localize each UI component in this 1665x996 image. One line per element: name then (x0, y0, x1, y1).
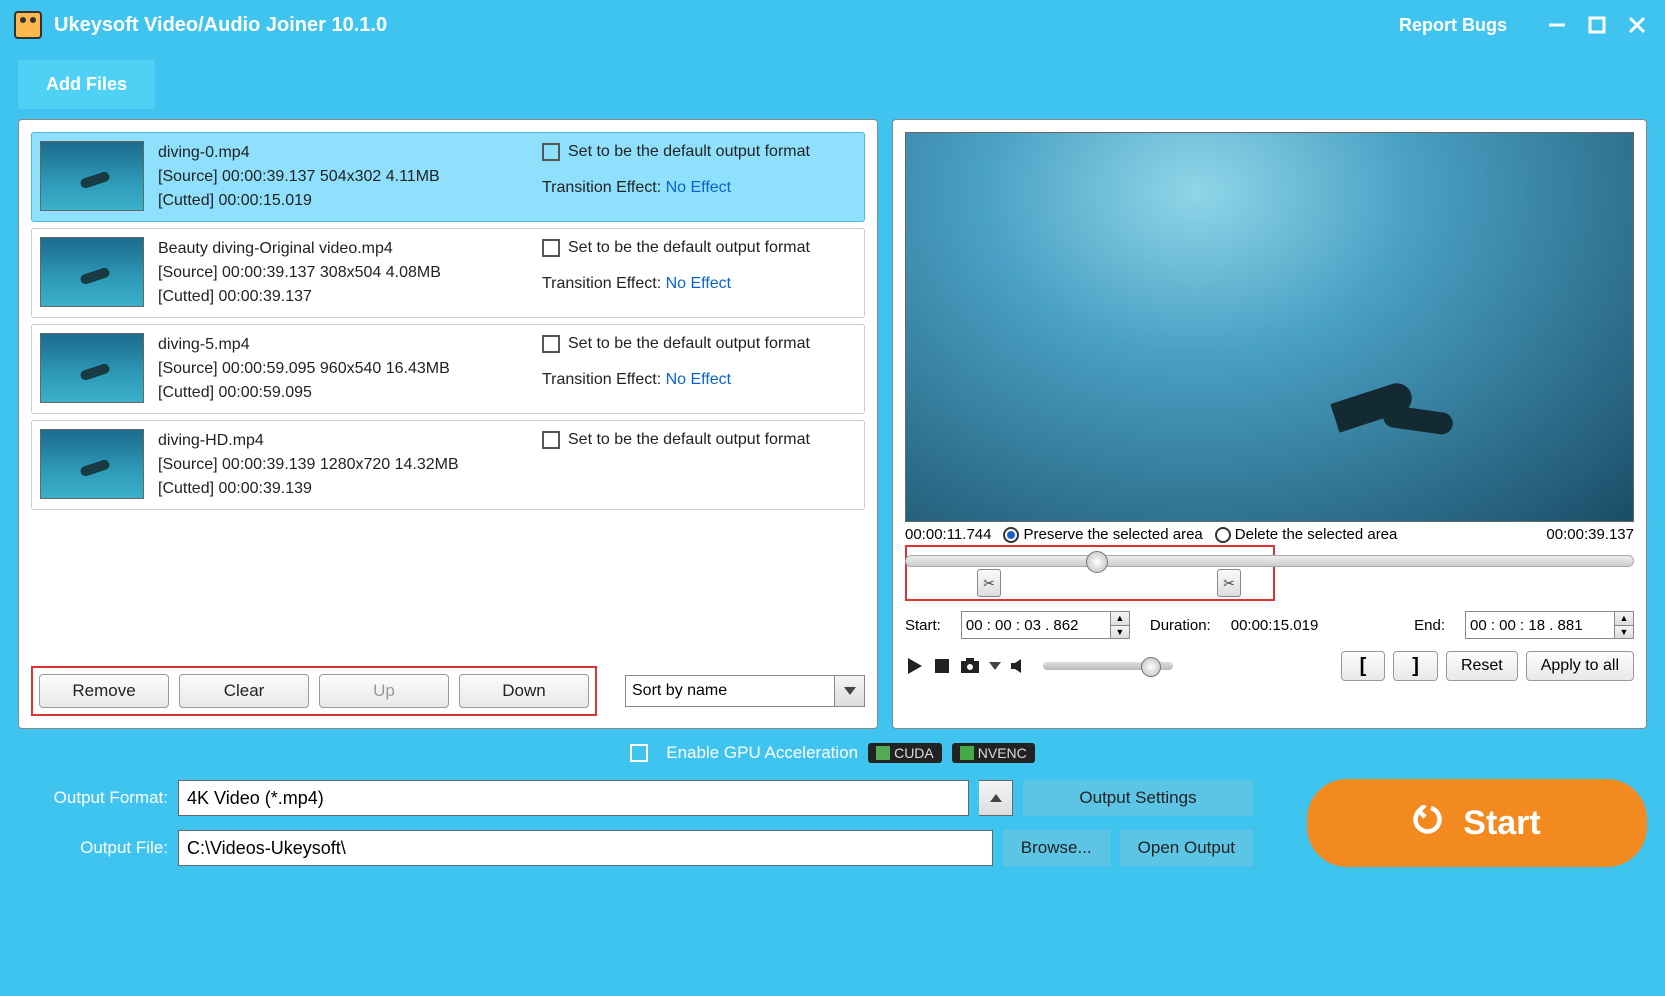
file-row[interactable]: Beauty diving-Original video.mp4 [Source… (31, 228, 865, 318)
file-row[interactable]: diving-HD.mp4 [Source] 00:00:39.139 1280… (31, 420, 865, 510)
transition-effect-link[interactable]: No Effect (666, 275, 732, 292)
playhead[interactable] (1086, 551, 1108, 573)
minimize-button[interactable] (1543, 11, 1571, 39)
default-format-checkbox[interactable] (542, 431, 560, 449)
transition-effect-link[interactable]: No Effect (666, 371, 732, 388)
start-button[interactable]: Start (1307, 779, 1647, 867)
file-source: [Source] 00:00:39.137 504x302 4.11MB (158, 165, 528, 189)
file-thumbnail (40, 141, 144, 211)
snapshot-icon[interactable] (959, 657, 981, 675)
end-marker[interactable]: ✂ (1217, 569, 1241, 597)
format-dropdown-icon[interactable] (979, 780, 1013, 816)
video-preview[interactable] (905, 132, 1634, 522)
file-name: diving-5.mp4 (158, 333, 528, 357)
file-source: [Source] 00:00:39.137 308x504 4.08MB (158, 261, 528, 285)
add-files-button[interactable]: Add Files (18, 60, 155, 109)
app-title: Ukeysoft Video/Audio Joiner 10.1.0 (54, 14, 387, 37)
output-file-input[interactable] (178, 830, 993, 866)
remove-button[interactable]: Remove (39, 674, 169, 708)
start-up[interactable]: ▲ (1111, 612, 1129, 626)
preserve-radio[interactable] (1003, 527, 1019, 543)
play-icon[interactable] (905, 656, 925, 676)
start-marker[interactable]: ✂ (977, 569, 1001, 597)
file-name: diving-0.mp4 (158, 141, 528, 165)
sort-dropdown-icon[interactable] (835, 675, 865, 707)
open-output-button[interactable]: Open Output (1120, 830, 1253, 866)
duration-value: 00:00:15.019 (1231, 617, 1319, 634)
file-cutted: [Cutted] 00:00:39.139 (158, 477, 528, 501)
volume-icon[interactable] (1009, 657, 1029, 675)
start-time-input[interactable] (961, 611, 1111, 639)
down-button[interactable]: Down (459, 674, 589, 708)
end-time-input[interactable] (1465, 611, 1615, 639)
current-time: 00:00:11.744 (905, 526, 991, 543)
file-name: diving-HD.mp4 (158, 429, 528, 453)
sort-select[interactable] (625, 675, 835, 707)
end-down[interactable]: ▼ (1615, 626, 1633, 639)
output-settings-button[interactable]: Output Settings (1023, 780, 1253, 816)
file-cutted: [Cutted] 00:00:39.137 (158, 285, 528, 309)
app-logo-icon (14, 11, 42, 39)
cuda-badge: CUDA (868, 743, 942, 763)
clear-button[interactable]: Clear (179, 674, 309, 708)
stop-icon[interactable] (933, 657, 951, 675)
nvenc-badge: NVENC (952, 743, 1035, 763)
file-thumbnail (40, 237, 144, 307)
file-row[interactable]: diving-0.mp4 [Source] 00:00:39.137 504x3… (31, 132, 865, 222)
transition-effect-link[interactable]: No Effect (666, 179, 732, 196)
maximize-button[interactable] (1583, 11, 1611, 39)
mark-out-button[interactable]: ] (1393, 651, 1438, 681)
output-format-select[interactable] (178, 780, 969, 816)
browse-button[interactable]: Browse... (1003, 830, 1110, 866)
snapshot-menu-icon[interactable] (989, 662, 1001, 670)
close-button[interactable] (1623, 11, 1651, 39)
volume-slider[interactable] (1043, 662, 1173, 670)
file-row[interactable]: diving-5.mp4 [Source] 00:00:59.095 960x5… (31, 324, 865, 414)
gpu-checkbox[interactable] (630, 744, 648, 762)
title-bar: Ukeysoft Video/Audio Joiner 10.1.0 Repor… (0, 0, 1665, 50)
file-name: Beauty diving-Original video.mp4 (158, 237, 528, 261)
file-cutted: [Cutted] 00:00:59.095 (158, 381, 528, 405)
file-thumbnail (40, 429, 144, 499)
reset-button[interactable]: Reset (1446, 651, 1518, 681)
apply-all-button[interactable]: Apply to all (1526, 651, 1634, 681)
report-bugs-link[interactable]: Report Bugs (1399, 15, 1507, 36)
file-source: [Source] 00:00:39.139 1280x720 14.32MB (158, 453, 528, 477)
list-action-buttons: Remove Clear Up Down (31, 666, 597, 716)
preview-panel: 00:00:11.744 Preserve the selected area … (892, 119, 1647, 729)
default-format-checkbox[interactable] (542, 143, 560, 161)
delete-radio[interactable] (1215, 527, 1231, 543)
total-time: 00:00:39.137 (1546, 526, 1634, 543)
file-list-panel: diving-0.mp4 [Source] 00:00:39.137 504x3… (18, 119, 878, 729)
mark-in-button[interactable]: [ (1341, 651, 1386, 681)
end-up[interactable]: ▲ (1615, 612, 1633, 626)
file-cutted: [Cutted] 00:00:15.019 (158, 189, 528, 213)
file-thumbnail (40, 333, 144, 403)
default-format-checkbox[interactable] (542, 239, 560, 257)
up-button[interactable]: Up (319, 674, 449, 708)
default-format-checkbox[interactable] (542, 335, 560, 353)
start-down[interactable]: ▼ (1111, 626, 1129, 639)
file-source: [Source] 00:00:59.095 960x540 16.43MB (158, 357, 528, 381)
